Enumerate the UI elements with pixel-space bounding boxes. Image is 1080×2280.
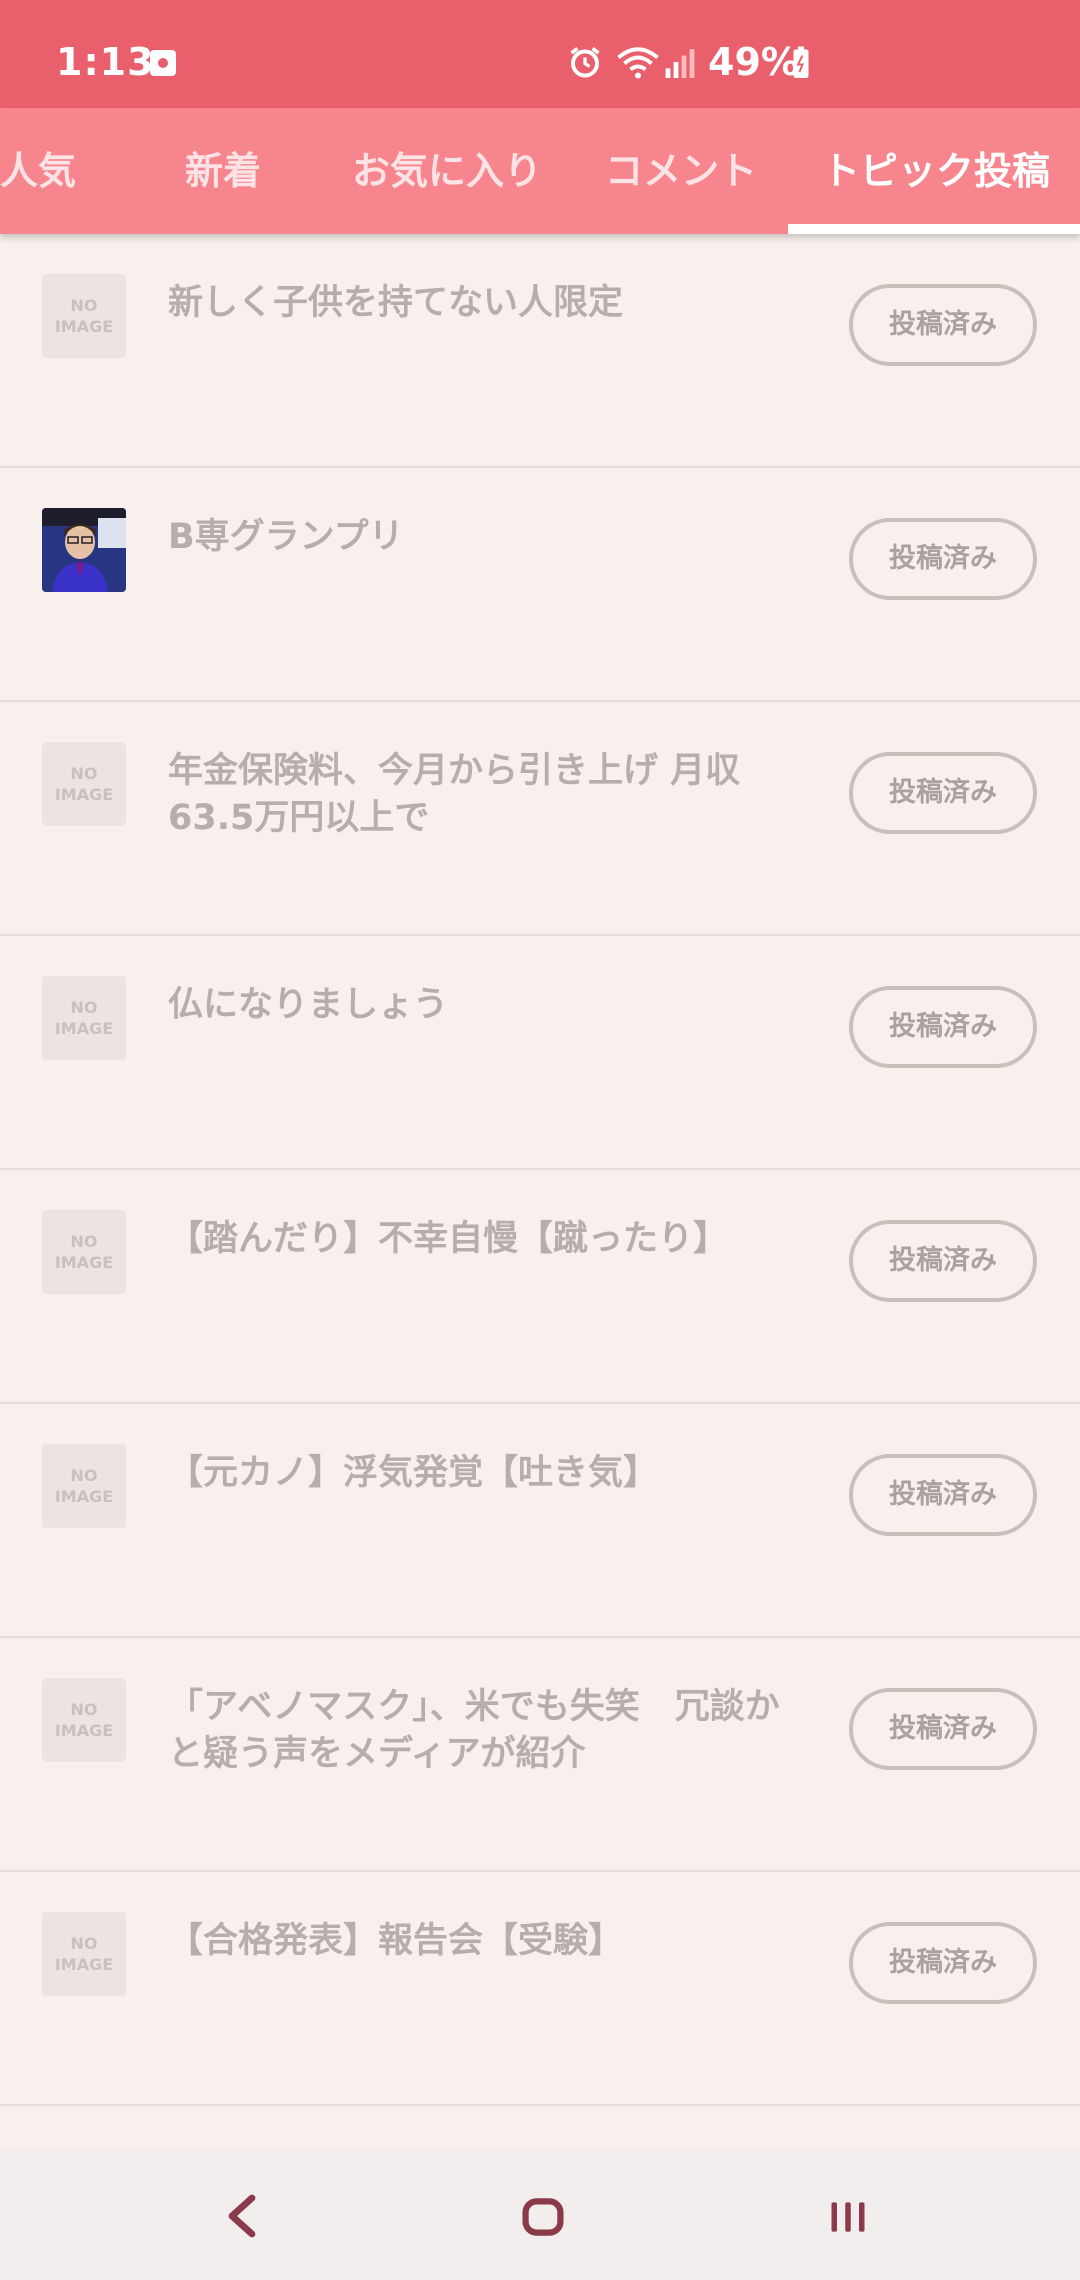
- status-time: 1:13: [56, 40, 155, 84]
- no-image-thumbnail: NO IMAGE: [42, 1210, 126, 1294]
- back-icon[interactable]: [222, 2194, 262, 2238]
- tab-new[interactable]: 新着: [185, 108, 261, 234]
- topic-title: 仏になりましょう: [168, 985, 449, 1025]
- topic-title: 【合格発表】報告会【受験】: [168, 1921, 624, 1961]
- no-image-thumbnail: NO IMAGE: [42, 742, 126, 826]
- battery-percent: 49%: [708, 40, 799, 84]
- topic-title: B専グランプリ: [168, 517, 404, 557]
- no-image-thumbnail: NO IMAGE: [42, 1678, 126, 1762]
- wifi-icon: [617, 47, 659, 79]
- status-bar: 1:13 49%: [0, 0, 1080, 108]
- topic-row[interactable]: NO IMAGE 年金保険料、今月から引き上げ 月収63.5万円以上で 投稿済み: [0, 702, 1080, 936]
- topic-list: NO IMAGE 新しく子供を持てない人限定 投稿済み B専グランプリ 投稿済み …: [0, 234, 1080, 2106]
- posted-button[interactable]: 投稿済み: [849, 1922, 1037, 2004]
- signal-icon: [665, 49, 695, 78]
- posted-button[interactable]: 投稿済み: [849, 284, 1037, 366]
- topic-title: 【元カノ】浮気発覚【吐き気】: [168, 1453, 659, 1493]
- topic-title: 【踏んだり】不幸自慢【蹴ったり】: [168, 1219, 729, 1259]
- alarm-icon: [570, 47, 600, 78]
- topic-row[interactable]: NO IMAGE 【踏んだり】不幸自慢【蹴ったり】 投稿済み: [0, 1170, 1080, 1404]
- no-image-thumbnail: NO IMAGE: [42, 1912, 126, 1996]
- system-nav-bar: [0, 2150, 1080, 2280]
- topic-title: 年金保険料、今月から引き上げ 月収63.5万円以上で: [168, 751, 741, 838]
- no-image-thumbnail: NO IMAGE: [42, 976, 126, 1060]
- topic-row[interactable]: B専グランプリ 投稿済み: [0, 468, 1080, 702]
- topic-title: 「アベノマスク」、米でも失笑 冗談かと疑う声をメディアが紹介: [168, 1687, 780, 1774]
- battery-icon: [793, 46, 809, 78]
- tab-favorites[interactable]: お気に入り: [352, 108, 542, 234]
- posted-button[interactable]: 投稿済み: [849, 1454, 1037, 1536]
- posted-button[interactable]: 投稿済み: [849, 1220, 1037, 1302]
- topic-row[interactable]: NO IMAGE 新しく子供を持てない人限定 投稿済み: [0, 234, 1080, 468]
- posted-button[interactable]: 投稿済み: [849, 1688, 1037, 1770]
- tab-comments[interactable]: コメント: [605, 108, 757, 234]
- tab-popular[interactable]: 人気: [0, 108, 76, 234]
- no-image-thumbnail: NO IMAGE: [42, 274, 126, 358]
- no-image-thumbnail: NO IMAGE: [42, 1444, 126, 1528]
- posted-button[interactable]: 投稿済み: [849, 986, 1037, 1068]
- topic-row[interactable]: NO IMAGE 「アベノマスク」、米でも失笑 冗談かと疑う声をメディアが紹介 投…: [0, 1638, 1080, 1872]
- topic-thumbnail-photo: [42, 508, 126, 592]
- active-tab-indicator: [788, 224, 1080, 234]
- posted-button[interactable]: 投稿済み: [849, 518, 1037, 600]
- topic-row[interactable]: NO IMAGE 【元カノ】浮気発覚【吐き気】 投稿済み: [0, 1404, 1080, 1638]
- topic-row[interactable]: NO IMAGE 仏になりましょう 投稿済み: [0, 936, 1080, 1170]
- recent-apps-icon[interactable]: [826, 2198, 870, 2236]
- home-icon[interactable]: [521, 2196, 565, 2238]
- notification-icon: [150, 50, 176, 76]
- topic-title: 新しく子供を持てない人限定: [168, 283, 624, 323]
- tab-topic-posts[interactable]: トピック投稿: [822, 108, 1050, 234]
- tab-bar: 人気 新着 お気に入り コメント トピック投稿: [0, 108, 1080, 234]
- posted-button[interactable]: 投稿済み: [849, 752, 1037, 834]
- topic-row[interactable]: NO IMAGE 【合格発表】報告会【受験】 投稿済み: [0, 1872, 1080, 2106]
